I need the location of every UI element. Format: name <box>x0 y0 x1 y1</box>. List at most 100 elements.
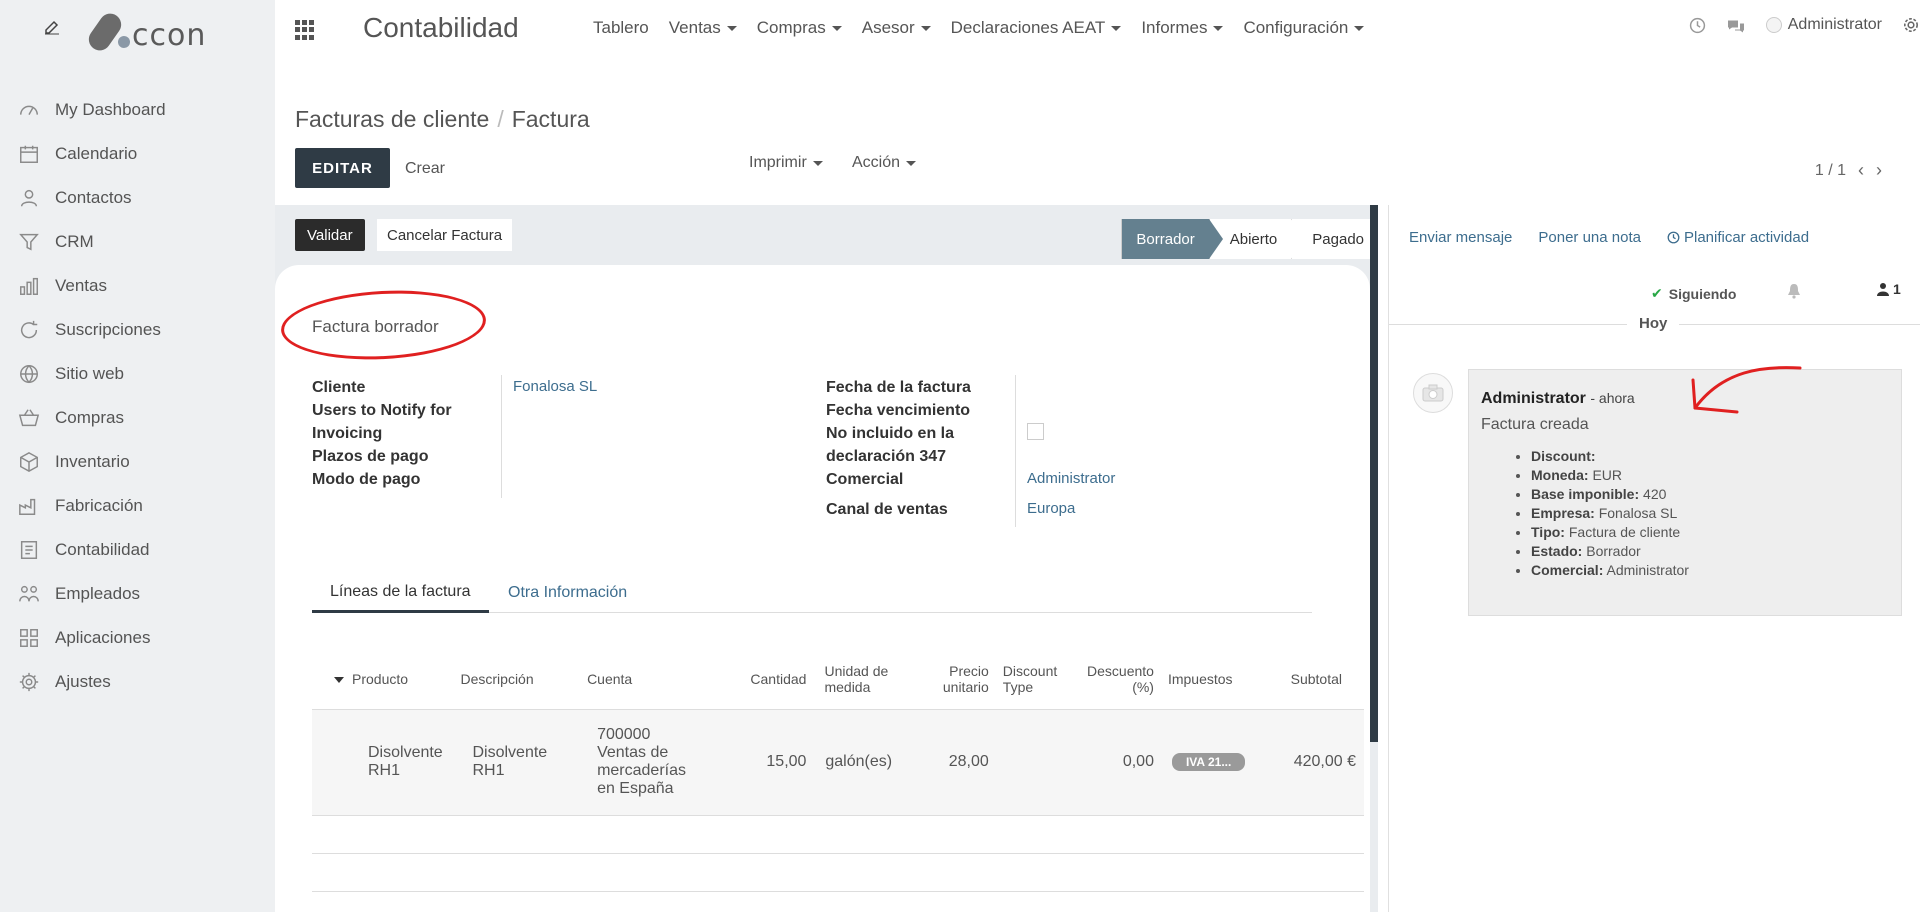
col-cantidad[interactable]: Cantidad <box>720 649 811 710</box>
cliente-value[interactable]: Fonalosa SL <box>513 378 597 395</box>
tracking-item: Discount: <box>1531 448 1689 464</box>
header-label: Subtotal <box>1290 670 1342 687</box>
header-label: Impuestos <box>1167 670 1233 687</box>
sidebar-item-label: Suscripciones <box>55 320 161 339</box>
canal-ventas-value[interactable]: Europa <box>1027 500 1075 517</box>
sidebar-item-contactos[interactable]: Contactos <box>0 176 275 220</box>
chatter-panel: Enviar mensaje Poner una nota Planificar… <box>1388 205 1920 912</box>
table-row-empty <box>312 853 1364 892</box>
col-precio[interactable]: Precio unitario <box>906 649 993 710</box>
validate-button[interactable]: Validar <box>295 219 365 251</box>
send-message-button[interactable]: Enviar mensaje <box>1409 229 1512 246</box>
sidebar-item-empleados[interactable]: Empleados <box>0 572 275 616</box>
company-logo[interactable]: ccon <box>84 8 216 55</box>
sidebar-item-contabilidad[interactable]: Contabilidad <box>0 528 275 572</box>
top-navbar: Contabilidad Tablero Ventas Compras Ases… <box>275 0 1920 58</box>
cell-descuento: 0,00 <box>1067 709 1158 816</box>
user-menu[interactable]: Administrator <box>1765 16 1882 34</box>
sidebar-item-sitio-web[interactable]: Sitio web <box>0 352 275 396</box>
funnel-icon <box>17 230 41 254</box>
settings-gear-icon[interactable] <box>1902 16 1920 34</box>
sidebar-item-calendario[interactable]: Calendario <box>0 132 275 176</box>
action-dropdown[interactable]: Acción <box>852 154 917 172</box>
cell-text: Disolvente <box>472 744 548 761</box>
col-cuenta[interactable]: Cuenta <box>583 649 721 710</box>
cell-text: Ventas de <box>597 744 669 761</box>
print-dropdown[interactable]: Imprimir <box>749 154 823 172</box>
canal-ventas-label: Canal de ventas <box>826 501 948 518</box>
breadcrumb: Facturas de cliente / Factura <box>295 106 590 133</box>
breadcrumb-separator: / <box>497 106 504 132</box>
col-descuento[interactable]: Descuento (%) <box>1067 649 1158 710</box>
col-impuestos[interactable]: Impuestos <box>1157 649 1279 710</box>
col-subtotal[interactable]: Subtotal <box>1278 649 1364 710</box>
state-borrador[interactable]: Borrador <box>1121 219 1224 259</box>
sidebar-item-label: Ventas <box>55 276 107 295</box>
people-icon <box>17 582 41 606</box>
sidebar-item-label: My Dashboard <box>55 100 166 119</box>
header-label: Unidad de <box>824 662 889 679</box>
chevron-left-icon[interactable]: ‹ <box>1858 160 1864 181</box>
col-producto[interactable]: Producto <box>312 649 457 710</box>
chat-icon[interactable] <box>1726 17 1746 34</box>
nav-ventas[interactable]: Ventas <box>669 18 737 38</box>
header-label: Producto <box>352 670 409 687</box>
camera-icon <box>1422 384 1444 402</box>
message-author[interactable]: Administrator <box>1481 390 1586 407</box>
red-annotation-arrow <box>1691 366 1802 414</box>
nav-configuracion[interactable]: Configuración <box>1243 18 1365 38</box>
nav-asesor[interactable]: Asesor <box>862 18 931 38</box>
form-scrollbar[interactable] <box>1370 205 1378 742</box>
tracking-label: Base imponible: <box>1531 486 1640 502</box>
tab-otra-informacion[interactable]: Otra Información <box>490 573 645 613</box>
sidebar-item-label: Aplicaciones <box>55 628 151 647</box>
followers-count: 1 <box>1893 281 1901 297</box>
create-button[interactable]: Crear <box>405 160 445 178</box>
user-name: Administrator <box>1787 16 1882 33</box>
follow-button[interactable]: ✔ Siguiendo <box>1651 285 1736 302</box>
nav-informes[interactable]: Informes <box>1141 18 1224 38</box>
invoice-icon <box>17 538 41 562</box>
breadcrumb-parent[interactable]: Facturas de cliente <box>295 106 489 133</box>
header-label: Precio <box>949 662 989 679</box>
sidebar-item-my-dashboard[interactable]: My Dashboard <box>0 88 275 132</box>
sidebar-item-ajustes[interactable]: Ajustes <box>0 660 275 704</box>
sidebar-item-fabricacion[interactable]: Fabricación <box>0 484 275 528</box>
sidebar-item-compras[interactable]: Compras <box>0 396 275 440</box>
bell-icon[interactable] <box>1787 283 1801 299</box>
edit-icon[interactable] <box>44 19 62 37</box>
sidebar-item-crm[interactable]: CRM <box>0 220 275 264</box>
col-descripcion[interactable]: Descripción <box>456 649 584 710</box>
header-label: medida <box>824 678 871 695</box>
col-discount-type[interactable]: Discount Type <box>992 649 1068 710</box>
no347-checkbox[interactable] <box>1027 423 1044 440</box>
clock-icon[interactable] <box>1689 17 1706 34</box>
sort-caret-icon <box>334 677 344 684</box>
chevron-right-icon[interactable]: › <box>1876 160 1882 181</box>
col-unidad[interactable]: Unidad de medida <box>810 649 907 710</box>
comercial-value[interactable]: Administrator <box>1027 470 1115 487</box>
sidebar-item-suscripciones[interactable]: Suscripciones <box>0 308 275 352</box>
cell-text: en España <box>597 780 674 797</box>
pager: 1 / 1 ‹ › <box>1815 160 1882 181</box>
cell-cuenta: 700000 Ventas de mercaderías en España <box>583 709 721 816</box>
sidebar-item-inventario[interactable]: Inventario <box>0 440 275 484</box>
sidebar-item-aplicaciones[interactable]: Aplicaciones <box>0 616 275 660</box>
schedule-activity-button[interactable]: Planificar actividad <box>1667 229 1835 246</box>
sidebar-item-ventas[interactable]: Ventas <box>0 264 275 308</box>
nav-compras[interactable]: Compras <box>757 18 842 38</box>
cell-cantidad: 15,00 <box>720 709 811 816</box>
sidebar-item-label: Fabricación <box>55 496 143 515</box>
nav-tablero[interactable]: Tablero <box>593 18 649 38</box>
table-row[interactable]: Disolvente RH1 Disolvente RH1 700000 Ventas… <box>312 709 1364 816</box>
cancel-invoice-button[interactable]: Cancelar Factura <box>377 219 513 251</box>
pager-value[interactable]: 1 / 1 <box>1815 162 1846 180</box>
tab-lineas-factura[interactable]: Líneas de la factura <box>312 573 489 613</box>
nav-declaraciones-aeat[interactable]: Declaraciones AEAT <box>951 18 1122 38</box>
tracking-item: Tipo: Factura de cliente <box>1531 524 1689 540</box>
log-note-button[interactable]: Poner una nota <box>1538 229 1641 246</box>
app-switcher-icon[interactable] <box>295 20 315 40</box>
nav-label: Declaraciones AEAT <box>950 18 1106 37</box>
edit-button[interactable]: EDITAR <box>295 148 390 188</box>
followers-button[interactable]: 1 <box>1877 281 1901 297</box>
